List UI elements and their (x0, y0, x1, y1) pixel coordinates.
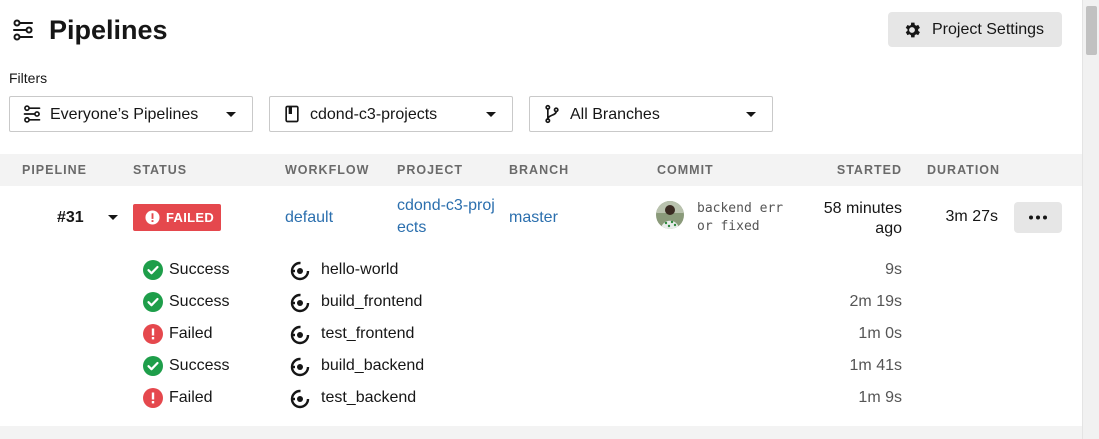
avatar[interactable] (656, 201, 684, 229)
job-status: Success (169, 261, 230, 278)
branch-icon (545, 104, 559, 124)
job-icon (290, 325, 310, 345)
main-content: Pipelines Project Settings Filters Every… (0, 0, 1082, 439)
chevron-down-icon[interactable] (108, 215, 118, 220)
branch-filter-value: All Branches (570, 106, 660, 123)
failed-icon (143, 388, 163, 408)
job-icon (290, 261, 310, 281)
more-actions-button[interactable] (1014, 202, 1062, 233)
column-header-project: PROJECT (397, 163, 464, 177)
pipelines-filter-dropdown[interactable]: Everyone’s Pipelines (9, 96, 253, 132)
pipeline-number[interactable]: #31 (57, 208, 84, 227)
column-header-branch: BRANCH (509, 163, 570, 177)
job-row[interactable]: Failed test_frontend 1m 0s (0, 318, 1082, 350)
column-header-duration: DURATION (927, 163, 1001, 177)
more-icon (1029, 215, 1047, 220)
job-duration: 2m 19s (849, 293, 902, 310)
project-filter-value: cdond-c3-projects (310, 106, 438, 123)
filters-label: Filters (9, 70, 48, 86)
gear-icon (905, 22, 920, 38)
status-badge[interactable]: FAILED (133, 204, 221, 231)
success-icon (143, 356, 163, 376)
job-name[interactable]: hello-world (321, 260, 398, 280)
scrollbar-thumb[interactable] (1086, 6, 1097, 55)
project-link[interactable]: cdond-c3-projects (397, 195, 501, 239)
job-icon (290, 357, 310, 377)
column-header-status: STATUS (133, 163, 188, 177)
job-row[interactable]: Success build_frontend 2m 19s (0, 286, 1082, 318)
job-name[interactable]: build_backend (321, 356, 424, 376)
pipelines-icon (23, 105, 41, 123)
job-icon (290, 389, 310, 409)
job-status: Failed (169, 389, 213, 406)
pipelines-icon (13, 19, 33, 41)
job-duration: 1m 41s (849, 357, 902, 374)
alert-icon (145, 210, 160, 225)
chevron-down-icon (486, 112, 496, 117)
job-icon (290, 293, 310, 313)
page-title: Pipelines (49, 15, 168, 45)
job-duration: 1m 9s (858, 389, 902, 406)
job-status: Failed (169, 325, 213, 342)
workflow-link[interactable]: default (285, 207, 333, 229)
job-status: Success (169, 357, 230, 374)
column-header-started: STARTED (836, 163, 902, 177)
started-time: 58 minutes ago (823, 200, 902, 237)
job-duration: 1m 0s (858, 325, 902, 342)
status-badge-label: FAILED (166, 210, 215, 225)
project-filter-dropdown[interactable]: cdond-c3-projects (269, 96, 513, 132)
column-header-commit: COMMIT (657, 163, 714, 177)
commit-message[interactable]: backend err or fixed (697, 200, 797, 236)
success-icon (143, 260, 163, 280)
job-name[interactable]: build_frontend (321, 292, 422, 312)
failed-icon (143, 324, 163, 344)
scrollbar[interactable] (1082, 0, 1099, 439)
branch-filter-dropdown[interactable]: All Branches (529, 96, 773, 132)
page-header: Pipelines Project Settings Filters Every… (0, 0, 1082, 154)
chevron-down-icon (226, 112, 236, 117)
repository-icon (285, 105, 299, 123)
job-status: Success (169, 293, 230, 310)
job-name[interactable]: test_backend (321, 388, 416, 408)
job-row[interactable]: Failed test_backend 1m 9s (0, 382, 1082, 414)
job-row[interactable]: Success build_backend 1m 41s (0, 350, 1082, 382)
chevron-down-icon (746, 112, 756, 117)
success-icon (143, 292, 163, 312)
job-row[interactable]: Success hello-world 9s (0, 254, 1082, 286)
pipelines-filter-value: Everyone’s Pipelines (50, 106, 199, 123)
branch-link[interactable]: master (509, 207, 558, 229)
column-header-workflow: WORKFLOW (285, 163, 370, 177)
project-settings-button[interactable]: Project Settings (888, 12, 1062, 47)
project-settings-label: Project Settings (932, 21, 1045, 38)
job-duration: 9s (885, 261, 902, 278)
pipeline-duration: 3m 27s (945, 208, 998, 225)
column-header-pipeline: PIPELINE (22, 163, 87, 177)
job-name[interactable]: test_frontend (321, 324, 414, 344)
